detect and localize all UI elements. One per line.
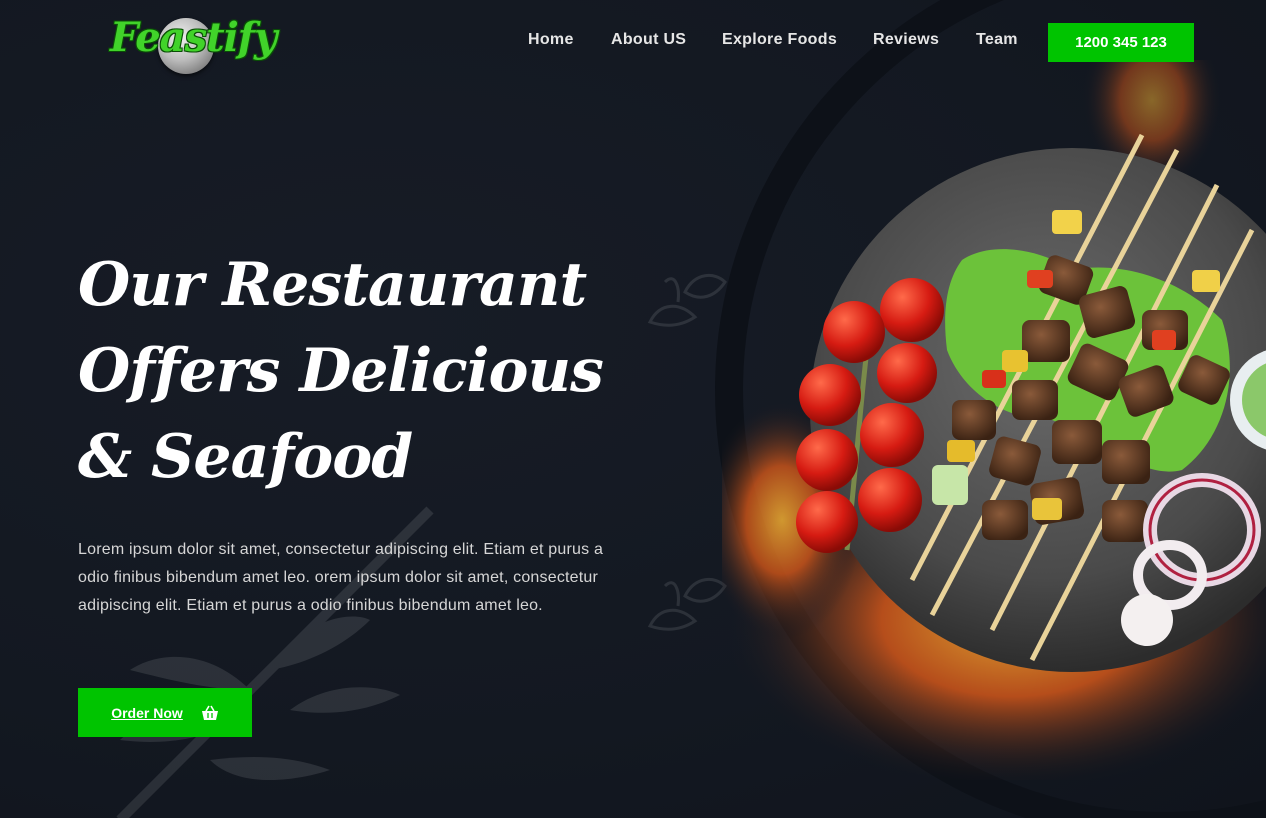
leaf-decoration xyxy=(647,577,727,631)
order-now-label: Order Now xyxy=(111,704,183,721)
phone-button[interactable]: 1200 345 123 xyxy=(1048,23,1194,62)
leaf-decoration xyxy=(647,273,727,327)
nav-item-team[interactable]: Team xyxy=(976,31,1018,49)
brand-logo[interactable]: Feastify xyxy=(108,12,277,74)
site-header: Feastify Home About US Explore Foods Rev… xyxy=(0,0,1266,90)
hero-page: Feastify Home About US Explore Foods Rev… xyxy=(0,0,1266,818)
nav-item-home[interactable]: Home xyxy=(528,31,574,49)
nav-item-reviews[interactable]: Reviews xyxy=(873,31,939,49)
nav-item-explore-foods[interactable]: Explore Foods xyxy=(722,31,837,49)
kebab-plate-image xyxy=(722,60,1266,780)
basket-icon xyxy=(201,705,218,720)
order-now-button[interactable]: Order Now xyxy=(78,688,252,737)
hero-description: Lorem ipsum dolor sit amet, consectetur … xyxy=(78,541,604,614)
hero-title: Our Restaurant Offers Delicious & Seafoo… xyxy=(78,250,604,492)
logo-text: Feastify xyxy=(110,14,277,61)
nav-item-about[interactable]: About US xyxy=(611,31,686,49)
